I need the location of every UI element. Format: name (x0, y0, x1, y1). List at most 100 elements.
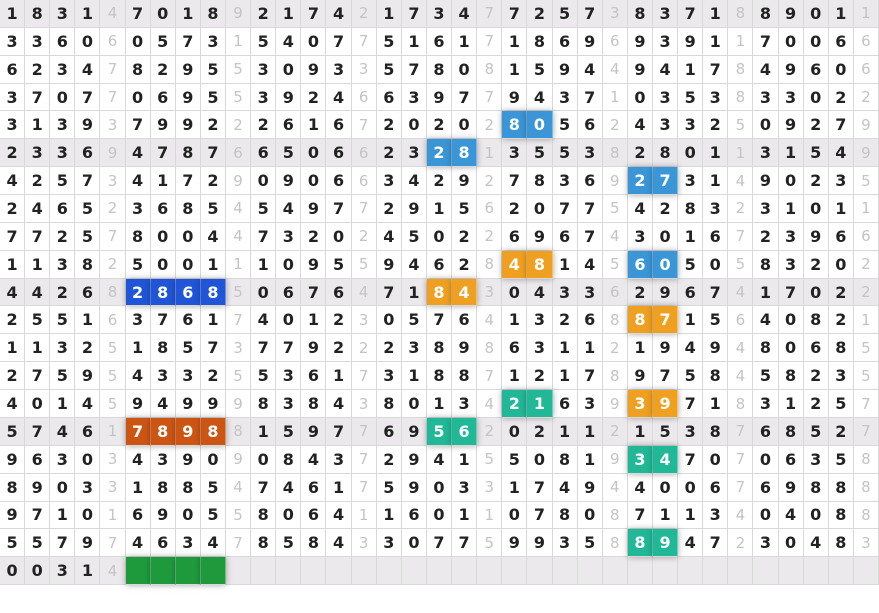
grid-cell[interactable]: 5 (0, 529, 26, 558)
grid-cell[interactable]: 9 (301, 334, 327, 363)
grid-cell[interactable]: 1 (125, 334, 151, 363)
grid-cell[interactable]: 1 (778, 195, 804, 223)
grid-cell[interactable]: 4 (828, 139, 854, 168)
grid-cell[interactable]: 9 (627, 362, 653, 391)
grid-cell[interactable]: 3 (401, 139, 427, 168)
grid-cell[interactable]: 0 (276, 501, 302, 530)
grid-cell[interactable]: 3 (75, 473, 101, 502)
grid-cell[interactable]: 5 (652, 417, 679, 446)
grid-cell[interactable]: 3 (50, 334, 76, 363)
grid-cell[interactable]: 1 (25, 250, 51, 279)
grid-cell[interactable]: 4 (226, 222, 252, 251)
grid-cell[interactable]: 5 (175, 334, 201, 363)
highlighted-cell[interactable]: 8 (502, 111, 528, 140)
grid-cell[interactable] (753, 557, 779, 586)
grid-cell[interactable]: 6 (426, 27, 453, 56)
grid-cell[interactable]: 6 (376, 83, 402, 112)
grid-cell[interactable]: 6 (853, 222, 879, 251)
grid-cell[interactable]: 8 (175, 195, 201, 223)
grid-cell[interactable]: 3 (50, 250, 76, 279)
grid-cell[interactable]: 4 (326, 83, 352, 112)
grid-cell[interactable]: 3 (703, 195, 729, 223)
grid-cell[interactable]: 0 (426, 222, 453, 251)
grid-cell[interactable]: 5 (326, 250, 352, 279)
grid-cell[interactable]: 6 (326, 278, 352, 307)
grid-cell[interactable]: 3 (276, 390, 302, 418)
grid-cell[interactable]: 0 (50, 83, 76, 112)
grid-cell[interactable]: 3 (753, 139, 779, 168)
grid-cell[interactable]: 3 (351, 306, 377, 335)
highlighted-cell[interactable]: 7 (652, 167, 679, 196)
grid-cell[interactable]: 8 (627, 0, 653, 28)
grid-cell[interactable]: 5 (703, 306, 729, 335)
grid-cell[interactable]: 7 (678, 390, 704, 418)
grid-cell[interactable]: 3 (577, 278, 603, 307)
grid-cell[interactable] (351, 557, 377, 586)
grid-cell[interactable]: 3 (753, 195, 779, 223)
grid-cell[interactable]: 7 (577, 222, 603, 251)
grid-cell[interactable]: 5 (552, 139, 578, 168)
grid-cell[interactable]: 5 (125, 250, 151, 279)
grid-cell[interactable]: 5 (0, 417, 26, 446)
grid-cell[interactable]: 7 (728, 222, 754, 251)
grid-cell[interactable] (803, 557, 829, 586)
grid-cell[interactable]: 0 (276, 55, 302, 84)
grid-cell[interactable]: 2 (75, 334, 101, 363)
grid-cell[interactable]: 7 (452, 83, 478, 112)
grid-cell[interactable]: 7 (326, 417, 352, 446)
grid-cell[interactable]: 9 (226, 445, 252, 474)
grid-cell[interactable]: 4 (200, 529, 227, 558)
grid-cell[interactable]: 8 (853, 445, 879, 474)
grid-cell[interactable]: 2 (200, 111, 227, 140)
grid-cell[interactable] (678, 557, 704, 586)
grid-cell[interactable]: 3 (226, 334, 252, 363)
grid-cell[interactable]: 3 (778, 83, 804, 112)
grid-cell[interactable]: 2 (351, 0, 377, 28)
grid-cell[interactable]: 4 (527, 83, 553, 112)
grid-cell[interactable]: 7 (703, 278, 729, 307)
grid-cell[interactable]: 0 (678, 139, 704, 168)
grid-cell[interactable]: 3 (0, 27, 26, 56)
grid-cell[interactable]: 3 (577, 390, 603, 418)
grid-cell[interactable]: 1 (853, 306, 879, 335)
grid-cell[interactable]: 3 (50, 0, 76, 28)
grid-cell[interactable]: 6 (326, 111, 352, 140)
grid-cell[interactable]: 8 (728, 83, 754, 112)
grid-cell[interactable]: 7 (100, 55, 126, 84)
grid-cell[interactable]: 7 (627, 501, 653, 530)
grid-cell[interactable]: 0 (25, 557, 51, 586)
grid-cell[interactable]: 5 (226, 55, 252, 84)
grid-cell[interactable] (301, 557, 327, 586)
grid-cell[interactable]: 4 (326, 390, 352, 418)
grid-cell[interactable]: 0 (753, 111, 779, 140)
grid-cell[interactable]: 1 (426, 195, 453, 223)
grid-cell[interactable]: 7 (276, 334, 302, 363)
grid-cell[interactable]: 5 (226, 278, 252, 307)
grid-cell[interactable]: 7 (577, 195, 603, 223)
highlighted-cell[interactable]: 6 (452, 417, 478, 446)
grid-cell[interactable]: 2 (100, 195, 126, 223)
grid-cell[interactable]: 5 (753, 362, 779, 391)
grid-cell[interactable]: 1 (401, 278, 427, 307)
grid-cell[interactable]: 4 (125, 362, 151, 391)
grid-cell[interactable]: 8 (753, 250, 779, 279)
grid-cell[interactable]: 6 (100, 27, 126, 56)
grid-cell[interactable]: 6 (728, 306, 754, 335)
grid-cell[interactable]: 9 (853, 111, 879, 140)
grid-cell[interactable]: 2 (351, 334, 377, 363)
grid-cell[interactable]: 2 (25, 55, 51, 84)
grid-cell[interactable]: 8 (125, 55, 151, 84)
grid-cell[interactable]: 4 (577, 55, 603, 84)
grid-cell[interactable]: 5 (552, 0, 578, 28)
grid-cell[interactable]: 0 (803, 83, 829, 112)
grid-cell[interactable]: 4 (778, 501, 804, 530)
grid-cell[interactable]: 3 (652, 0, 679, 28)
grid-cell[interactable]: 9 (200, 390, 227, 418)
grid-cell[interactable]: 3 (452, 473, 478, 502)
grid-cell[interactable]: 3 (678, 111, 704, 140)
grid-cell[interactable]: 5 (251, 195, 277, 223)
grid-cell[interactable]: 4 (527, 278, 553, 307)
grid-cell[interactable]: 1 (477, 139, 503, 168)
grid-cell[interactable]: 8 (828, 501, 854, 530)
grid-cell[interactable]: 7 (502, 0, 528, 28)
